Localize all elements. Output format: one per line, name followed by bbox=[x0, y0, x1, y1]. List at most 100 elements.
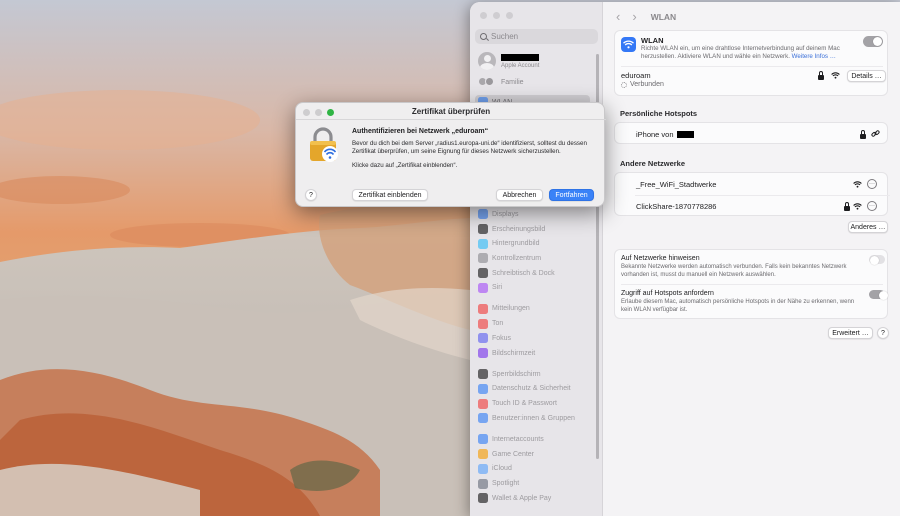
page-title: WLAN bbox=[650, 11, 677, 22]
settings-pane-icon bbox=[478, 463, 488, 474]
back-chevron-icon[interactable]: ‹ bbox=[616, 9, 620, 24]
ask-hotspots-desc: Erlaube diesem Mac, automatisch persönli… bbox=[621, 299, 855, 313]
network-clickshare[interactable]: ClickShare-1870778286 bbox=[636, 202, 716, 211]
sidebar-item-family[interactable]: Familie bbox=[478, 77, 524, 87]
sidebar-item-label: Game Center bbox=[492, 450, 535, 458]
dialog-heading: Authentifizieren bei Netzwerk „eduroam“ bbox=[352, 128, 489, 135]
sidebar-item-benutzer-innen-gruppen[interactable]: Benutzer:innen & Gruppen bbox=[475, 411, 595, 426]
sidebar-list: Displays Erscheinungsbild Hintergrundbild K… bbox=[475, 207, 595, 506]
settings-pane-icon bbox=[478, 493, 488, 504]
more-options-icon[interactable]: ··· bbox=[867, 179, 877, 189]
sidebar-item-spotlight[interactable]: Spotlight bbox=[475, 476, 595, 491]
lock-wifi-icon bbox=[310, 127, 338, 162]
main-content: ‹ › WLAN WLAN Richte WLAN ein, um eine d… bbox=[604, 2, 900, 516]
settings-pane-icon bbox=[478, 318, 488, 329]
ask-hotspots-toggle[interactable] bbox=[869, 290, 888, 300]
ask-networks-title: Auf Netzwerke hinweisen bbox=[621, 255, 700, 262]
wifi-icon bbox=[621, 37, 636, 52]
divider bbox=[621, 66, 883, 67]
current-network-name: eduroam bbox=[621, 71, 651, 80]
sidebar-item-label: Fokus bbox=[492, 334, 512, 342]
sidebar-item-fokus[interactable]: Fokus bbox=[475, 331, 595, 346]
wlan-title: WLAN bbox=[641, 36, 664, 45]
sidebar-item-game-center[interactable]: Game Center bbox=[475, 447, 595, 462]
apple-account-item[interactable]: Apple Account bbox=[478, 52, 539, 70]
settings-pane-icon bbox=[478, 282, 488, 293]
dialog-hint: Klicke dazu auf „Zertifikat einblenden“. bbox=[352, 162, 458, 169]
search-icon bbox=[480, 33, 487, 40]
dialog-body: Bevor du dich bei dem Server „radius1.eu… bbox=[352, 140, 587, 155]
wlan-card: WLAN Richte WLAN ein, um eine drahtlose … bbox=[614, 30, 888, 96]
settings-pane-icon bbox=[478, 383, 488, 394]
sidebar-item-label: Hintergrundbild bbox=[492, 240, 540, 248]
ask-networks-toggle[interactable] bbox=[869, 255, 885, 265]
settings-pane-icon bbox=[478, 398, 488, 409]
sidebar-item-erscheinungsbild[interactable]: Erscheinungsbild bbox=[475, 222, 595, 237]
sidebar-item-label: Kontrollzentrum bbox=[492, 254, 542, 262]
more-options-icon[interactable]: ··· bbox=[867, 201, 877, 211]
sidebar-item-label: Spotlight bbox=[492, 480, 520, 488]
minimize-button[interactable] bbox=[493, 12, 500, 19]
window-controls bbox=[480, 12, 513, 19]
more-info-link[interactable]: Weitere Infos … bbox=[792, 53, 836, 60]
wlan-description: Richte WLAN ein, um eine drahtlose Inter… bbox=[641, 45, 846, 61]
sidebar-item-sperrbildschirm[interactable]: Sperrbildschirm bbox=[475, 367, 595, 382]
sidebar-item-mitteilungen[interactable]: Mitteilungen bbox=[475, 302, 595, 317]
settings-pane-icon bbox=[478, 268, 488, 279]
sidebar-item-label: Mitteilungen bbox=[492, 305, 530, 313]
sidebar-item-hintergrundbild[interactable]: Hintergrundbild bbox=[475, 236, 595, 251]
other-network-button[interactable]: Anderes … bbox=[848, 221, 888, 233]
other-networks-section-title: Andere Netzwerke bbox=[620, 159, 686, 168]
toolbar: ‹ › WLAN bbox=[616, 9, 676, 24]
settings-pane-icon bbox=[478, 209, 488, 220]
status-text: Verbunden bbox=[630, 81, 664, 88]
search-placeholder: Suchen bbox=[491, 32, 519, 41]
sidebar-item-icloud[interactable]: iCloud bbox=[475, 462, 595, 477]
search-field[interactable]: Suchen bbox=[475, 29, 598, 44]
settings-pane-icon bbox=[478, 303, 488, 314]
sidebar-item-label: Schreibtisch & Dock bbox=[492, 269, 555, 277]
advanced-button[interactable]: Erweitert … bbox=[828, 327, 873, 339]
account-subtitle: Apple Account bbox=[501, 62, 540, 69]
sidebar-item-wallet-apple-pay[interactable]: Wallet & Apple Pay bbox=[475, 491, 595, 506]
settings-pane-icon bbox=[478, 333, 488, 344]
sidebar-item-ton[interactable]: Ton bbox=[475, 316, 595, 331]
divider bbox=[621, 284, 883, 285]
sidebar-item-displays[interactable]: Displays bbox=[475, 207, 595, 222]
sidebar-item-touch-id-passwort[interactable]: Touch ID & Passwort bbox=[475, 396, 595, 411]
sidebar-item-label: Datenschutz & Sicherheit bbox=[492, 385, 571, 393]
sidebar-item-siri[interactable]: Siri bbox=[475, 280, 595, 295]
cancel-button[interactable]: Abbrechen bbox=[496, 189, 543, 201]
hotspot-iphone[interactable]: iPhone von bbox=[636, 130, 694, 139]
help-button[interactable]: ? bbox=[877, 327, 889, 339]
sidebar-item-label: Internetaccounts bbox=[492, 435, 544, 443]
family-icon bbox=[478, 77, 496, 87]
dialog-help-button[interactable]: ? bbox=[305, 189, 317, 201]
continue-button[interactable]: Fortfahren bbox=[549, 189, 594, 201]
certificate-dialog: Zertifikat überprüfen Authentifizieren b… bbox=[295, 102, 606, 207]
sidebar-item-internetaccounts[interactable]: Internetaccounts bbox=[475, 432, 595, 447]
other-networks-card: _Free_WiFi_Stadtwerke ··· ClickShare-187… bbox=[614, 172, 890, 216]
hotspot-name-prefix: iPhone von bbox=[636, 130, 674, 139]
ask-networks-desc: Bekannte Netzwerke werden automatisch ve… bbox=[621, 264, 847, 278]
sidebar-item-label: Siri bbox=[492, 284, 503, 292]
details-button[interactable]: Details … bbox=[847, 70, 886, 82]
sidebar-item-schreibtisch-dock[interactable]: Schreibtisch & Dock bbox=[475, 266, 595, 281]
sidebar-item-label: Ton bbox=[492, 320, 504, 328]
sidebar-item-kontrollzentrum[interactable]: Kontrollzentrum bbox=[475, 251, 595, 266]
close-button[interactable] bbox=[480, 12, 487, 19]
show-certificate-button[interactable]: Zertifikat einblenden bbox=[352, 189, 428, 201]
network-free-wifi[interactable]: _Free_WiFi_Stadtwerke bbox=[636, 180, 716, 189]
wlan-toggle[interactable] bbox=[863, 36, 883, 47]
sidebar-item-label: Displays bbox=[492, 210, 519, 218]
sidebar-item-bildschirmzeit[interactable]: Bildschirmzeit bbox=[475, 346, 595, 361]
settings-pane-icon bbox=[478, 224, 488, 235]
zoom-button[interactable] bbox=[506, 12, 513, 19]
forward-chevron-icon[interactable]: › bbox=[632, 9, 636, 24]
dialog-title: Zertifikat überprüfen bbox=[411, 107, 491, 116]
sidebar-item-label: Erscheinungsbild bbox=[492, 225, 546, 233]
sidebar-item-datenschutz-sicherheit[interactable]: Datenschutz & Sicherheit bbox=[475, 382, 595, 397]
settings-pane-icon bbox=[478, 369, 488, 380]
hotspots-card: iPhone von bbox=[614, 122, 888, 144]
sidebar-item-label: Bildschirmzeit bbox=[492, 349, 536, 357]
